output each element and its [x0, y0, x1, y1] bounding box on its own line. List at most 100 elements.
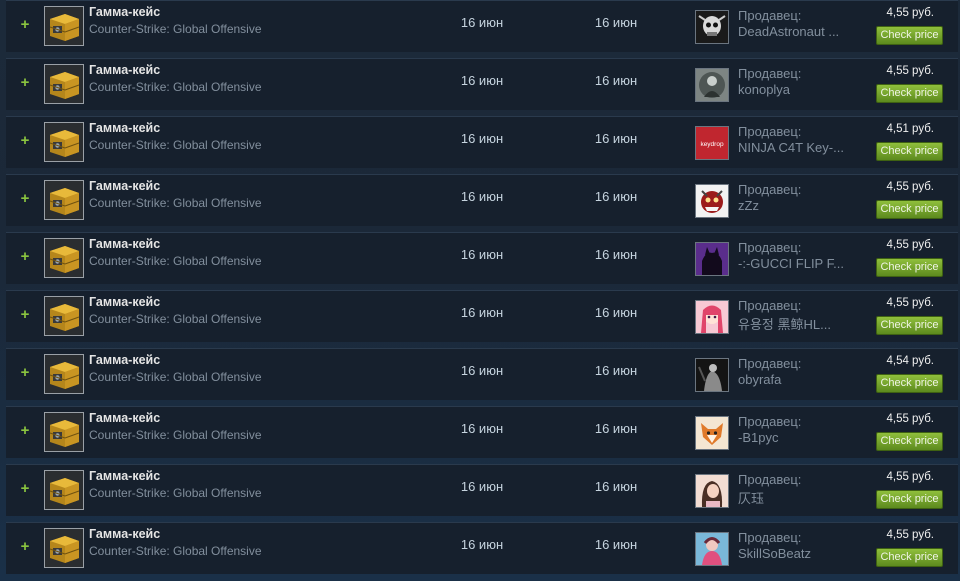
acted-date: 16 июн	[594, 421, 638, 436]
listing-price: 4,55 руб.	[886, 239, 934, 251]
listing-row[interactable]: + Гамма-кейс Counter-Strike: Global Offe…	[6, 0, 958, 52]
item-game-name: Counter-Strike: Global Offensive	[89, 22, 262, 36]
gamma-case-icon[interactable]	[44, 180, 84, 220]
pink-character-avatar[interactable]	[695, 532, 729, 566]
listing-row[interactable]: + Гамма-кейс Counter-Strike: Global Offe…	[6, 464, 958, 516]
item-game-name: Counter-Strike: Global Offensive	[89, 196, 262, 210]
seller-name[interactable]: obyrafa	[738, 372, 852, 387]
check-price-button[interactable]: Check price	[876, 374, 943, 393]
item-name[interactable]: Гамма-кейс	[89, 237, 160, 251]
check-price-button[interactable]: Check price	[876, 548, 943, 567]
listing-row[interactable]: + Гамма-кейс Counter-Strike: Global Offe…	[6, 58, 958, 110]
check-price-button[interactable]: Check price	[876, 142, 943, 161]
plus-icon[interactable]: +	[18, 421, 32, 441]
item-game-name: Counter-Strike: Global Offensive	[89, 138, 262, 152]
plus-icon[interactable]: +	[18, 537, 32, 557]
seller-label: Продавец:	[738, 66, 802, 81]
check-price-button[interactable]: Check price	[876, 432, 943, 451]
item-name[interactable]: Гамма-кейс	[89, 63, 160, 77]
market-listings-page: + Гамма-кейс Counter-Strike: Global Offe…	[0, 0, 960, 581]
seller-label: Продавец:	[738, 298, 802, 313]
seller-label: Продавец:	[738, 472, 802, 487]
gamma-case-icon[interactable]	[44, 238, 84, 278]
item-name[interactable]: Гамма-кейс	[89, 527, 160, 541]
plus-icon[interactable]: +	[18, 363, 32, 383]
seller-name[interactable]: -B1pyc	[738, 430, 852, 445]
listing-price: 4,55 руб.	[886, 529, 934, 541]
listed-date: 16 июн	[460, 247, 504, 262]
listing-row[interactable]: + Гамма-кейс Counter-Strike: Global Offe…	[6, 348, 958, 400]
girl-photo-avatar[interactable]	[695, 474, 729, 508]
plus-icon[interactable]: +	[18, 131, 32, 151]
listing-price: 4,55 руб.	[886, 7, 934, 19]
plus-icon[interactable]: +	[18, 479, 32, 499]
seller-name[interactable]: 유용정 黑鲸HL...	[738, 314, 852, 333]
acted-date: 16 июн	[594, 537, 638, 552]
grey-figure-avatar[interactable]	[695, 68, 729, 102]
gamma-case-icon[interactable]	[44, 412, 84, 452]
item-name[interactable]: Гамма-кейс	[89, 411, 160, 425]
fox-avatar[interactable]	[695, 416, 729, 450]
acted-date: 16 июн	[594, 363, 638, 378]
plus-icon[interactable]: +	[18, 305, 32, 325]
seller-name[interactable]: SkillSoBeatz	[738, 546, 852, 561]
item-name[interactable]: Гамма-кейс	[89, 295, 160, 309]
item-game-name: Counter-Strike: Global Offensive	[89, 80, 262, 94]
seller-name[interactable]: DeadAstronaut ...	[738, 24, 852, 39]
monster-avatar[interactable]	[695, 184, 729, 218]
check-price-button[interactable]: Check price	[876, 26, 943, 45]
check-price-button[interactable]: Check price	[876, 316, 943, 335]
listing-row[interactable]: + Гамма-кейс Counter-Strike: Global Offe…	[6, 290, 958, 342]
listed-date: 16 июн	[460, 363, 504, 378]
listed-date: 16 июн	[460, 15, 504, 30]
listing-row[interactable]: + Гамма-кейс Counter-Strike: Global Offe…	[6, 406, 958, 458]
check-price-button[interactable]: Check price	[876, 200, 943, 219]
plus-icon[interactable]: +	[18, 73, 32, 93]
gamma-case-icon[interactable]	[44, 64, 84, 104]
gamma-case-icon[interactable]	[44, 296, 84, 336]
check-price-button[interactable]: Check price	[876, 84, 943, 103]
seller-name[interactable]: -:-GUCCI FLIP F...	[738, 256, 852, 271]
seller-name[interactable]: zZz	[738, 198, 852, 213]
check-price-button[interactable]: Check price	[876, 490, 943, 509]
gamma-case-icon[interactable]	[44, 6, 84, 46]
item-name[interactable]: Гамма-кейс	[89, 469, 160, 483]
seller-label: Продавец:	[738, 414, 802, 429]
item-game-name: Counter-Strike: Global Offensive	[89, 312, 262, 326]
gamma-case-icon[interactable]	[44, 122, 84, 162]
gamma-case-icon[interactable]	[44, 470, 84, 510]
item-name[interactable]: Гамма-кейс	[89, 5, 160, 19]
listing-price: 4,55 руб.	[886, 413, 934, 425]
plus-icon[interactable]: +	[18, 189, 32, 209]
listing-price: 4,55 руб.	[886, 65, 934, 77]
seller-name[interactable]: NINJA C4T Key-...	[738, 140, 852, 155]
anime-girl-avatar[interactable]	[695, 300, 729, 334]
keydrop-logo-avatar[interactable]: keydrop	[695, 126, 729, 160]
listed-date: 16 июн	[460, 479, 504, 494]
listed-date: 16 июн	[460, 421, 504, 436]
item-game-name: Counter-Strike: Global Offensive	[89, 370, 262, 384]
check-price-button[interactable]: Check price	[876, 258, 943, 277]
gamma-case-icon[interactable]	[44, 354, 84, 394]
seller-name[interactable]: 仄珏	[738, 488, 852, 507]
seller-name[interactable]: konoplya	[738, 82, 852, 97]
plus-icon[interactable]: +	[18, 15, 32, 35]
item-name[interactable]: Гамма-кейс	[89, 179, 160, 193]
gamma-case-icon[interactable]	[44, 528, 84, 568]
skull-avatar[interactable]	[695, 10, 729, 44]
item-name[interactable]: Гамма-кейс	[89, 121, 160, 135]
acted-date: 16 июн	[594, 247, 638, 262]
item-name[interactable]: Гамма-кейс	[89, 353, 160, 367]
listing-price: 4,55 руб.	[886, 471, 934, 483]
listing-price: 4,55 руб.	[886, 181, 934, 193]
listing-row[interactable]: + Гамма-кейс Counter-Strike: Global Offe…	[6, 522, 958, 574]
dark-figure-avatar[interactable]	[695, 358, 729, 392]
listing-row[interactable]: + Гамма-кейс Counter-Strike: Global Offe…	[6, 116, 958, 168]
acted-date: 16 июн	[594, 479, 638, 494]
listed-date: 16 июн	[460, 189, 504, 204]
listing-row[interactable]: + Гамма-кейс Counter-Strike: Global Offe…	[6, 174, 958, 226]
listing-row[interactable]: + Гамма-кейс Counter-Strike: Global Offe…	[6, 232, 958, 284]
acted-date: 16 июн	[594, 73, 638, 88]
plus-icon[interactable]: +	[18, 247, 32, 267]
purple-silhouette-avatar[interactable]	[695, 242, 729, 276]
